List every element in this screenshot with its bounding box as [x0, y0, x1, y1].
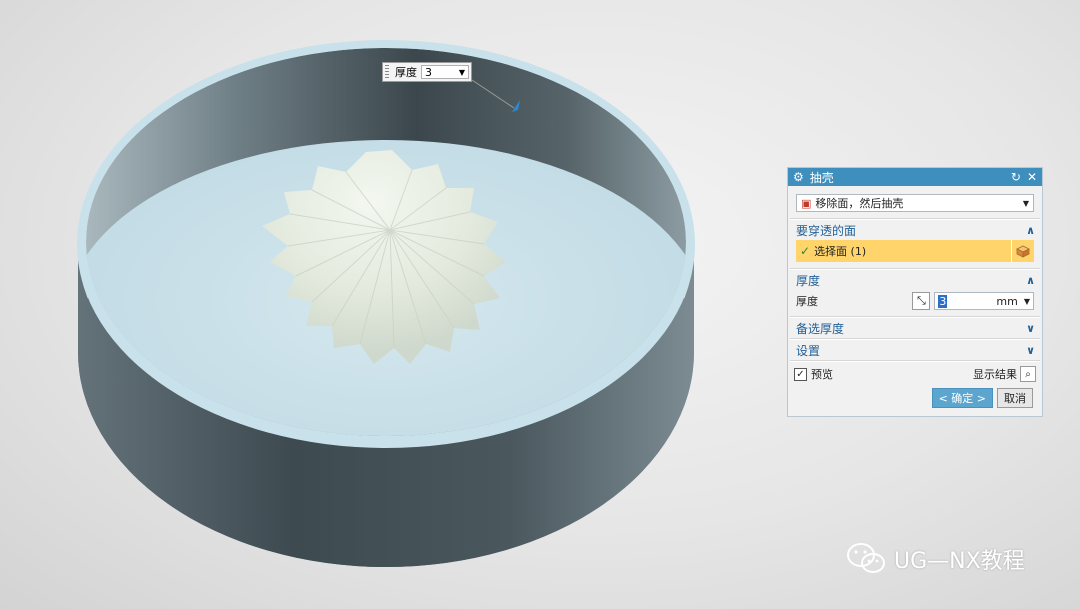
select-face-row[interactable]: ✓ 选择面 (1) — [796, 240, 1034, 262]
formula-icon[interactable]: ⤡ — [912, 292, 931, 310]
thickness-input[interactable]: 3 mm ▼ — [934, 292, 1034, 310]
drag-grip-icon[interactable] — [385, 65, 389, 79]
chevron-down-icon[interactable]: ▼ — [459, 68, 465, 77]
dynamic-thickness-label: 厚度 — [395, 66, 417, 79]
faces-section-header[interactable]: 要穿透的面 ∧ — [788, 220, 1042, 240]
settings-section-header[interactable]: 设置 ∨ — [788, 340, 1042, 360]
thickness-value: 3 — [938, 294, 948, 308]
chevron-up-icon[interactable]: ∧ — [1026, 224, 1035, 237]
close-icon[interactable]: ✕ — [1027, 170, 1037, 184]
alt-thickness-section-header[interactable]: 备选厚度 ∨ — [788, 318, 1042, 338]
dialog-title: 抽壳 — [809, 170, 834, 185]
faces-section-title: 要穿透的面 — [796, 223, 857, 238]
wechat-logo-icon — [847, 543, 885, 573]
ok-button[interactable]: < 确定 > — [931, 388, 993, 408]
dynamic-thickness-input[interactable]: 厚度 3 ▼ — [382, 62, 472, 82]
chevron-up-icon[interactable]: ∧ — [1026, 274, 1035, 287]
chevron-down-icon[interactable]: ∨ — [1026, 322, 1035, 335]
chevron-down-icon[interactable]: ▼ — [1023, 199, 1029, 208]
watermark: UG—NX教程 — [846, 542, 1025, 576]
cancel-button[interactable]: 取消 — [997, 388, 1033, 408]
settings-section-title: 设置 — [796, 343, 821, 358]
chevron-down-icon[interactable]: ∨ — [1026, 344, 1035, 357]
reset-icon[interactable]: ↻ — [1011, 170, 1021, 184]
shell-type-value: 移除面，然后抽壳 — [815, 197, 904, 210]
gear-icon: ⚙ — [793, 170, 804, 184]
preview-label: 预览 — [811, 368, 833, 381]
thickness-label: 厚度 — [796, 295, 818, 308]
shell-type-dropdown[interactable]: ▣ 移除面，然后抽壳 ▼ — [796, 194, 1034, 212]
check-icon: ✓ — [800, 244, 811, 258]
dynamic-thickness-value: 3 — [425, 65, 432, 79]
magnifier-icon[interactable]: ⌕ — [1020, 366, 1036, 382]
thickness-unit: mm — [996, 294, 1018, 308]
dialog-buttons: < 确定 > 取消 — [931, 388, 1033, 408]
face-select-icon[interactable] — [1011, 240, 1034, 262]
dynamic-thickness-field[interactable]: 3 ▼ — [421, 65, 469, 79]
alt-thickness-section-title: 备选厚度 — [796, 321, 845, 336]
dialog-titlebar: ⚙ 抽壳 ↻ ✕ — [788, 168, 1042, 186]
watermark-text: UG—NX教程 — [894, 549, 1025, 574]
preview-checkbox[interactable]: ✓ — [794, 367, 807, 381]
show-result-label: 显示结果 — [973, 368, 1017, 381]
thickness-section-header[interactable]: 厚度 ∧ — [788, 270, 1042, 290]
select-face-label: 选择面 (1) — [814, 245, 867, 258]
chevron-down-icon[interactable]: ▼ — [1024, 297, 1030, 306]
cube-icon: ▣ — [801, 196, 812, 210]
thickness-row: 厚度 ⤡ 3 mm ▼ — [788, 290, 1042, 312]
preview-row: ✓ 预览 显示结果 ⌕ — [788, 362, 1042, 386]
thickness-section-title: 厚度 — [796, 273, 821, 288]
shell-dialog: ⚙ 抽壳 ↻ ✕ ▣ 移除面，然后抽壳 ▼ 要穿透的面 ∧ ✓ 选择面 (1) … — [787, 167, 1043, 417]
